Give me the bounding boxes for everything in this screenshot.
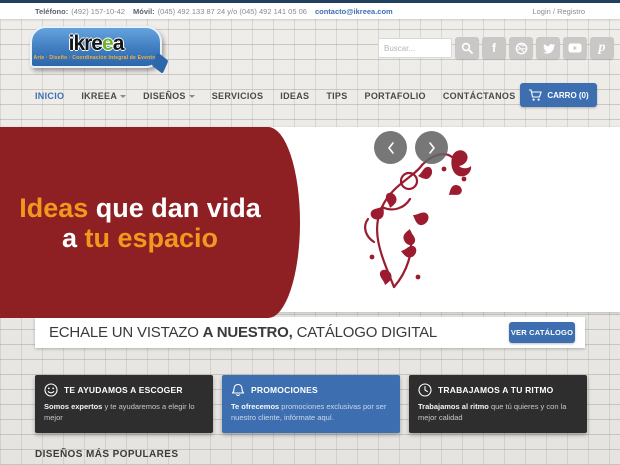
cart-icon	[529, 88, 543, 101]
facebook-button[interactable]: f	[482, 37, 506, 59]
hero-slider: Ideas que dan vida a tu espacio	[0, 127, 620, 318]
twitter-bird-icon	[542, 43, 555, 54]
chevron-left-icon	[387, 141, 394, 154]
nav-item-disenos[interactable]: DISEÑOS	[143, 91, 195, 101]
smiley-icon	[44, 383, 58, 397]
dribbble-icon	[515, 42, 527, 54]
logo-tagline: Arte · Diseño · Coordinación Integral de…	[33, 54, 159, 61]
bell-icon	[231, 383, 245, 397]
view-catalog-button[interactable]: VER CATÁLOGO	[509, 322, 575, 343]
feature-box-ritmo[interactable]: TRABAJAMOS A TU RITMO Trabajamos al ritm…	[409, 375, 587, 433]
phone-label: Teléfono:	[35, 6, 69, 16]
section-title-disenos-populares: DISEÑOS MÁS POPULARES	[35, 449, 179, 460]
search-icon	[461, 42, 473, 54]
floral-ornament	[364, 150, 472, 289]
nav-item-inicio[interactable]: INICIO	[35, 91, 64, 101]
slider-next-button[interactable]	[415, 131, 448, 164]
hero-line-1: Ideas que dan vida	[19, 192, 261, 223]
feature-body: Somos expertos y te ayudaremos a elegir …	[44, 402, 195, 422]
feature-body: Trabajamos al ritmo que tú quieres y con…	[418, 402, 567, 422]
nav-item-servicios[interactable]: SERVICIOS	[212, 91, 264, 101]
catalog-banner: ECHALE UN VISTAZO A NUESTRO, CATÁLOGO DI…	[35, 317, 585, 348]
dribbble-button[interactable]	[509, 37, 533, 59]
feature-body: Te ofrecemos promociones exclusivas por …	[231, 402, 387, 422]
clock-icon	[418, 383, 432, 397]
slider-prev-button[interactable]	[374, 131, 407, 164]
logo-green-e: e	[102, 31, 114, 55]
nav-item-tips[interactable]: TIPS	[326, 91, 347, 101]
nav-item-portafolio[interactable]: PORTAFOLIO	[365, 91, 426, 101]
phone-number: (492) 157-10-42	[71, 6, 125, 16]
twitter-button[interactable]	[536, 37, 560, 59]
pinterest-icon: p	[598, 40, 606, 55]
ikreea-logo[interactable]: ikreea Arte · Diseño · Coordinación Inte…	[30, 26, 162, 68]
hero-red-panel: Ideas que dan vida a tu espacio	[0, 127, 300, 318]
main-nav: INICIO IKREEA DISEÑOS SERVICIOS IDEAS TI…	[35, 86, 516, 106]
feature-title: TE AYUDAMOS A ESCOGER	[64, 385, 183, 395]
feature-box-promociones[interactable]: PROMOCIONES Te ofrecemos promociones exc…	[222, 375, 400, 433]
chevron-right-icon	[428, 141, 435, 154]
catalog-text: ECHALE UN VISTAZO A NUESTRO, CATÁLOGO DI…	[49, 324, 438, 341]
chevron-down-icon	[120, 94, 127, 98]
facebook-icon: f	[492, 41, 496, 55]
feature-title: PROMOCIONES	[251, 385, 318, 395]
mobile-number: (045) 492 133 87 24 y/o (045) 492 141 05…	[157, 6, 307, 16]
search-input[interactable]	[378, 38, 452, 58]
nav-item-ideas[interactable]: IDEAS	[280, 91, 309, 101]
login-register-link[interactable]: Login / Registro	[532, 7, 585, 16]
mobile-label: Móvil:	[133, 6, 155, 16]
cart-label: CARRO (0)	[547, 90, 589, 100]
contact-email-link[interactable]: contacto@ikreea.com	[315, 7, 393, 16]
cart-button[interactable]: CARRO (0)	[520, 83, 597, 107]
ikreea-homepage: Teléfono: (492) 157-10-42 Móvil: (045) 4…	[0, 0, 620, 465]
feature-box-escoger[interactable]: TE AYUDAMOS A ESCOGER Somos expertos y t…	[35, 375, 213, 433]
chevron-down-icon	[188, 94, 195, 98]
top-contact-bar: Teléfono: (492) 157-10-42 Móvil: (045) 4…	[0, 3, 620, 19]
hero-line-2: a tu espacio	[61, 222, 219, 253]
logo-wordmark: ikreea	[68, 31, 125, 55]
pinterest-button[interactable]: p	[590, 37, 614, 59]
nav-item-contactanos[interactable]: CONTÁCTANOS	[443, 91, 516, 101]
feature-boxes: TE AYUDAMOS A ESCOGER Somos expertos y t…	[35, 375, 587, 433]
feature-title: TRABAJAMOS A TU RITMO	[438, 385, 554, 395]
nav-item-ikreea[interactable]: IKREEA	[81, 91, 127, 101]
youtube-icon	[568, 43, 582, 53]
youtube-button[interactable]	[563, 37, 587, 59]
search-button[interactable]	[455, 37, 479, 59]
